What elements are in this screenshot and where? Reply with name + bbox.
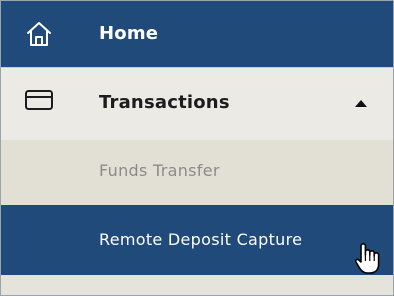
next-nav-item-partial [1,275,393,295]
home-icon [23,18,55,50]
nav-item-home[interactable]: Home [1,1,393,67]
navigation-sidebar: Home Transactions Funds Transfer Remote … [0,0,394,296]
submenu-item-funds-transfer-label: Funds Transfer [99,161,220,180]
hand-pointer-icon [353,241,383,275]
caret-up-icon[interactable] [355,100,367,107]
card-icon [23,84,55,116]
nav-item-transactions[interactable]: Transactions [1,67,393,140]
submenu-item-remote-deposit-capture[interactable]: Remote Deposit Capture [1,205,393,275]
submenu-item-funds-transfer[interactable]: Funds Transfer [1,140,393,205]
nav-item-home-label: Home [99,23,159,44]
nav-item-transactions-label: Transactions [99,92,230,113]
submenu-item-remote-deposit-capture-label: Remote Deposit Capture [99,230,303,249]
